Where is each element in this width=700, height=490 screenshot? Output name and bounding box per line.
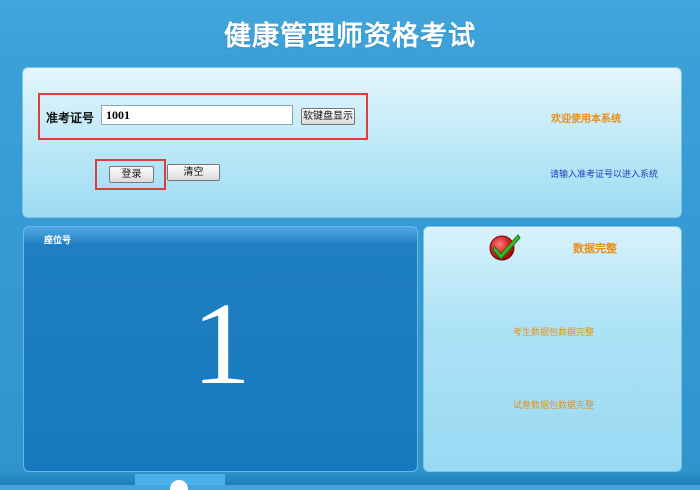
seat-label: 座位号 [44, 236, 72, 246]
welcome-text: 欢迎使用本系统 [551, 114, 621, 125]
bottom-strip [0, 474, 700, 485]
seat-panel: 座位号 1 [23, 226, 418, 472]
id-row-highlight: 准考证号 软键盘显示 [38, 93, 368, 140]
clear-button[interactable]: 清空 [167, 164, 220, 181]
check-icon [488, 232, 522, 262]
seat-number: 1 [192, 278, 251, 409]
id-label: 准考证号 [46, 111, 95, 125]
id-input[interactable] [101, 105, 293, 125]
status-title: 数据完整 [573, 242, 617, 255]
login-button[interactable]: 登录 [109, 166, 154, 183]
status-panel: 数据完整 考生数据包数据完整 试卷数据包数据完整 [423, 226, 682, 472]
page-title: 健康管理师资格考试 [224, 21, 476, 52]
login-button-highlight: 登录 [95, 159, 166, 190]
keyboard-toggle-button[interactable]: 软键盘显示 [301, 108, 355, 125]
hint-text: 请输入准考证号以进入系统 [550, 170, 659, 180]
login-panel: 准考证号 软键盘显示 登录 清空 欢迎使用本系统 请输入准考证号以进入系统 [22, 67, 682, 218]
status-line-paper: 试卷数据包数据完整 [512, 401, 594, 411]
status-line-examinee: 考生数据包数据完整 [512, 328, 594, 338]
